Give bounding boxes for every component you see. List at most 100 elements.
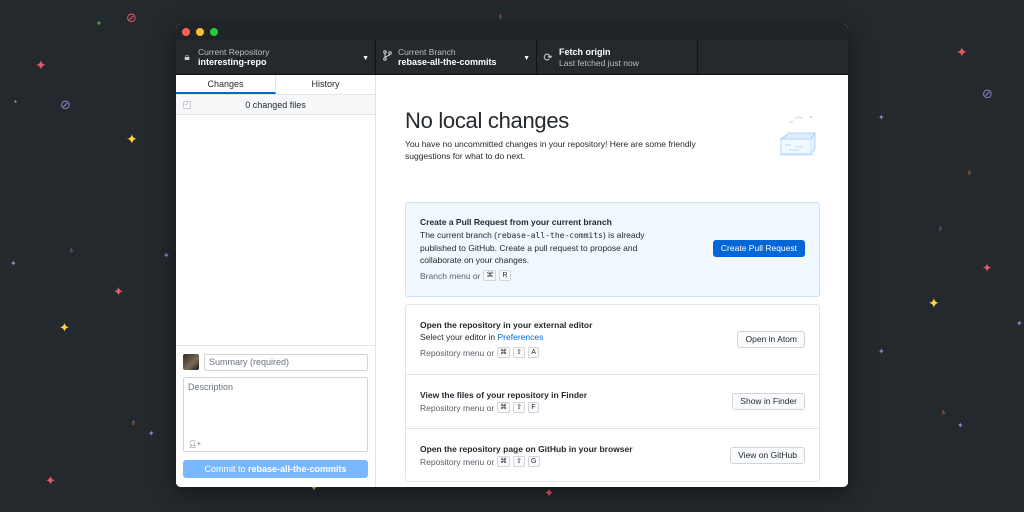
sparkle-icon: ● (14, 99, 18, 105)
sparkle-icon: ✦ (148, 429, 155, 438)
pull-request-description: The current branch (rebase-all-the-commi… (420, 229, 680, 266)
pull-request-card: Create a Pull Request from your current … (405, 202, 820, 297)
summary-input[interactable]: Summary (required) (204, 354, 368, 371)
sparkle-icon: ✦ (1016, 319, 1023, 328)
sparkle-icon: ✦ (956, 44, 968, 60)
finder-shortcut-hint: Repository menu or ⌘ ⇧ F (420, 402, 540, 413)
select-all-checkbox[interactable]: ✓ (183, 101, 191, 109)
sparkle-icon: ♁ (966, 167, 973, 177)
sparkle-icon: ✦ (45, 473, 56, 488)
editor-description: Select your editor in Preferences (420, 331, 700, 343)
commit-button-prefix: Commit to (204, 464, 246, 474)
avatar (183, 354, 199, 370)
github-shortcut-hint: Repository menu or ⌘ ⇧ G (420, 456, 540, 467)
repository-label: Current Repository (198, 46, 270, 57)
show-in-finder-button[interactable]: Show in Finder (732, 393, 805, 410)
page-subtitle: You have no uncommitted changes in your … (405, 139, 696, 161)
sparkle-icon: ⊘ (982, 86, 993, 101)
shortcut-hint-text: Repository menu or (420, 402, 495, 413)
sparkle-icon: ♁ (130, 417, 137, 427)
sidebar-tabs: Changes History (176, 75, 375, 95)
sparkle-icon: ✦ (163, 251, 170, 260)
sync-icon: ⟳ (543, 51, 553, 64)
zoom-window-button[interactable] (210, 28, 218, 36)
changed-files-count: 0 changed files (245, 100, 306, 110)
sidebar: Changes History ✓ 0 changed files Summar… (176, 75, 376, 487)
pull-request-text-start: The current branch ( (420, 230, 498, 240)
sparkle-icon: ♁ (497, 11, 504, 21)
chevron-down-icon: ▼ (523, 55, 530, 62)
commit-button-branch: rebase-all-the-commits (248, 464, 347, 474)
commit-area: Summary (required) Description 👤︎+ Commi… (176, 345, 375, 487)
app-window: 🔒︎ Current Repository interesting-repo ▼… (176, 24, 848, 487)
lock-icon: 🔒︎ (184, 51, 190, 63)
shortcut-hint-text: Repository menu or (420, 347, 495, 358)
current-repository-button[interactable]: 🔒︎ Current Repository interesting-repo ▼ (176, 40, 376, 74)
pull-request-title: Create a Pull Request from your current … (420, 217, 612, 227)
sparkle-icon: ♁ (937, 223, 944, 233)
branch-icon (376, 50, 398, 64)
sparkle-icon: ⊘ (60, 97, 71, 112)
shortcut-hint-text: Branch menu or (420, 270, 481, 281)
sparkle-icon: ✦ (544, 486, 555, 500)
editor-description-text: Select your editor in (420, 332, 496, 342)
sparkle-icon: ✦ (878, 113, 885, 122)
pull-request-branch-name: rebase-all-the-commits (497, 231, 603, 240)
command-key: ⌘ (497, 402, 511, 413)
r-key: R (499, 270, 511, 281)
sparkle-icon: ■ (97, 21, 101, 27)
page-title: No local changes (405, 108, 569, 133)
sparkle-icon: ✦ (878, 347, 885, 356)
sparkle-icon: ♁ (940, 407, 947, 417)
finder-title: View the files of your repository in Fin… (420, 390, 588, 400)
close-window-button[interactable] (182, 28, 190, 36)
sparkle-icon: ✦ (957, 421, 964, 430)
preferences-link[interactable]: Preferences (498, 332, 544, 342)
changed-files-header: ✓ 0 changed files (176, 95, 375, 115)
sparkle-icon: ⊘ (126, 10, 137, 25)
actions-list: Open the repository in your external edi… (405, 304, 820, 482)
sparkle-icon: ✦ (982, 261, 993, 275)
add-coauthor-icon[interactable]: 👤︎+ (188, 440, 201, 448)
chevron-down-icon: ▼ (362, 55, 369, 62)
shortcut-hint-text: Repository menu or (420, 456, 495, 467)
current-branch-button[interactable]: Current Branch rebase-all-the-commits ▼ (376, 40, 537, 74)
sparkle-icon: ✦ (126, 131, 138, 147)
description-placeholder: Description (188, 382, 234, 392)
sparkle-icon: ✦ (113, 284, 124, 299)
command-key: ⌘ (497, 347, 511, 358)
editor-title: Open the repository in your external edi… (420, 320, 593, 330)
sparkle-icon: ✦ (59, 320, 70, 335)
sparkle-icon: ✦ (10, 259, 17, 268)
command-key: ⌘ (497, 456, 511, 467)
shift-key: ⇧ (513, 402, 526, 413)
minimize-window-button[interactable] (196, 28, 204, 36)
sparkle-icon: ♁ (68, 245, 75, 255)
branch-name: rebase-all-the-commits (398, 56, 497, 67)
shift-key: ⇧ (513, 347, 526, 358)
divider (406, 374, 819, 375)
sparkle-icon: ✦ (35, 57, 47, 73)
tab-history[interactable]: History (276, 75, 375, 94)
pull-request-shortcut-hint: Branch menu or ⌘ R (420, 270, 511, 281)
command-key: ⌘ (483, 270, 497, 281)
main-panel: No local changes You have no uncommitted… (377, 75, 848, 487)
create-pull-request-button[interactable]: Create Pull Request (712, 240, 805, 257)
fetch-origin-button[interactable]: ⟳ Fetch origin Last fetched just now (537, 40, 698, 74)
branch-label: Current Branch (398, 46, 456, 57)
sparkle-icon: ✦ (928, 295, 940, 311)
title-bar (176, 24, 848, 40)
shift-key: ⇧ (513, 456, 526, 467)
editor-shortcut-hint: Repository menu or ⌘ ⇧ A (420, 347, 540, 358)
a-key: A (528, 347, 540, 358)
view-on-github-button[interactable]: View on GitHub (730, 447, 805, 464)
g-key: G (528, 456, 540, 467)
open-in-atom-button[interactable]: Open in Atom (737, 331, 805, 348)
github-title: Open the repository page on GitHub in yo… (420, 444, 633, 454)
repository-name: interesting-repo (198, 56, 267, 67)
tab-changes[interactable]: Changes (176, 75, 276, 94)
commit-button[interactable]: Commit to rebase-all-the-commits (183, 460, 368, 478)
divider (406, 428, 819, 429)
fetch-label: Fetch origin (559, 46, 611, 57)
description-input[interactable]: Description 👤︎+ (183, 377, 368, 452)
